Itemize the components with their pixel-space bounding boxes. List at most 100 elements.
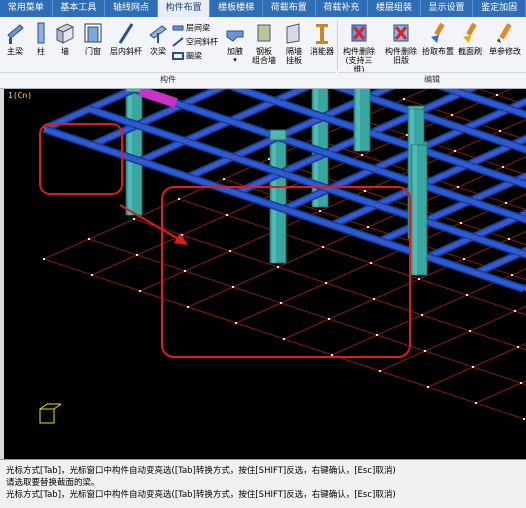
grid-node (450, 113, 454, 117)
group-label-edit: 编辑 (338, 72, 526, 87)
group-separator (337, 20, 338, 70)
ribbon-panel: 主梁 柱 墙 门窗 层内斜杆 次梁 层间梁 空间斜杆 圈梁 加腋 ▾ 钢板 组合… (0, 17, 526, 89)
tab-0[interactable]: 常用菜单 (0, 0, 53, 17)
floor-grid-line (88, 238, 526, 386)
grid-node (279, 301, 283, 305)
column-cap (269, 129, 287, 141)
floor-brace-icon (118, 23, 134, 44)
door-window-button[interactable]: 门窗 (80, 21, 106, 56)
tab-3[interactable]: 构件布置 (157, 0, 211, 17)
steel-plate-icon (257, 24, 271, 42)
pick-place-button[interactable]: 拾取布置 (422, 21, 454, 56)
grid-node (423, 349, 427, 353)
grid-node (417, 277, 421, 281)
tab-6[interactable]: 荷载补充 (316, 0, 369, 17)
grid-node (132, 217, 136, 221)
grid-node (372, 297, 376, 301)
grid-node (324, 281, 328, 285)
tab-2[interactable]: 轴线网点 (105, 0, 158, 17)
grid-node (183, 269, 187, 273)
haunch-icon (226, 30, 244, 42)
grid-node (468, 329, 472, 333)
grid-node (87, 237, 91, 241)
circle-beam-button[interactable]: 圈梁 (172, 51, 202, 62)
section-brush-button[interactable]: 截面刷 (456, 21, 484, 56)
grid-node (507, 237, 511, 241)
delete-member-old-icon (393, 24, 409, 42)
tab-5[interactable]: 荷载布置 (263, 0, 316, 17)
wall-button[interactable]: 墙 (54, 21, 76, 56)
grid-node (453, 149, 457, 153)
arrow-head (174, 233, 188, 245)
tab-4[interactable]: 楼板楼梯 (210, 0, 263, 17)
grid-node (420, 313, 424, 317)
model-canvas: 1(Cn) (8, 89, 526, 424)
grid-node (402, 97, 406, 101)
grid-node (222, 177, 226, 181)
steel-plate-wall-button[interactable]: 钢板 组合墙 (250, 21, 278, 65)
edit-pencil-icon (497, 23, 512, 43)
model-viewport[interactable]: 1(Cn) (4, 89, 526, 459)
selected-beam (138, 89, 178, 108)
column-button[interactable]: 柱 (32, 21, 50, 56)
grid-node (321, 245, 325, 249)
grid-node (177, 197, 181, 201)
partition-icon (286, 23, 300, 44)
layer-beam-icon (172, 25, 184, 31)
grid-node (474, 401, 478, 405)
grid-node (516, 345, 520, 349)
grid-node (510, 273, 514, 277)
grid-node (426, 385, 430, 389)
column-highlight (356, 89, 360, 151)
grid-node (276, 265, 280, 269)
grid-node (186, 305, 190, 309)
grid-node (471, 365, 475, 369)
door-window-icon (84, 23, 102, 43)
tab-8[interactable]: 显示设置 (421, 0, 474, 17)
layer-beam-button[interactable]: 层间梁 (172, 23, 210, 34)
grid-node (138, 289, 142, 293)
secondary-beam-button[interactable]: 次梁 (146, 21, 170, 56)
wall-icon (55, 23, 75, 44)
grid-node (465, 293, 469, 297)
column-icon (37, 22, 45, 44)
single-param-edit-button[interactable]: 单参修改 (486, 21, 524, 56)
energy-dissipator-button[interactable]: 消能器 (308, 21, 336, 56)
grid-node (519, 381, 523, 385)
command-line-2: 请选取要替换截面的梁。 (6, 478, 100, 488)
haunch-button[interactable]: 加腋 ▾ (222, 21, 248, 65)
partition-button[interactable]: 隔墙 挂板 (282, 21, 306, 65)
command-line-1: 光标方式[Tab]，光标窗口中构件自动变亮选([Tab]转换方式，按住[SHIF… (6, 466, 396, 476)
grid-node (462, 257, 466, 261)
command-area: 光标方式[Tab]，光标窗口中构件自动变亮选([Tab]转换方式，按住[SHIF… (0, 459, 526, 508)
tab-7[interactable]: 楼层组装 (368, 0, 421, 17)
grid-node (459, 221, 463, 225)
delete-member-icon (351, 24, 367, 42)
grid-node (378, 369, 382, 373)
delete-member-old-button[interactable]: 构件删除 旧版 (382, 21, 420, 65)
axis-gizmo (39, 403, 62, 424)
space-brace-button[interactable]: 空间斜杆 (172, 37, 218, 48)
grid-node (363, 189, 367, 193)
grid-node (375, 333, 379, 337)
main-beam-button[interactable]: 主梁 (4, 21, 26, 56)
column-highlight (128, 89, 132, 215)
brush-icon (431, 22, 445, 43)
main-beam-icon (7, 24, 24, 44)
axis-label: 1(Cn) (8, 91, 32, 100)
grid-node (495, 93, 499, 97)
grid-node (513, 309, 517, 313)
delete-member-button[interactable]: 构件删除 (支持三维) (340, 21, 378, 74)
gizmo-axis (39, 403, 48, 410)
tab-9[interactable]: 鉴定加固 (473, 0, 526, 17)
grid-node (42, 257, 46, 261)
tab-1[interactable]: 基本工具 (53, 0, 106, 17)
command-line-3[interactable]: 光标方式[Tab]，光标窗口中构件自动变亮选([Tab]转换方式，按住[SHIF… (6, 488, 396, 500)
annotation-arrow (119, 204, 183, 242)
grid-node (228, 249, 232, 253)
grid-node (504, 201, 508, 205)
ribbon-tab-bar: 常用菜单 基本工具 轴线网点 构件布置 楼板楼梯 荷载布置 荷载补充 楼层组装 显示设置 鉴定加固 (0, 0, 526, 17)
section-brush-icon (463, 22, 477, 43)
grid-node (135, 253, 139, 257)
floor-brace-button[interactable]: 层内斜杆 (108, 21, 144, 56)
